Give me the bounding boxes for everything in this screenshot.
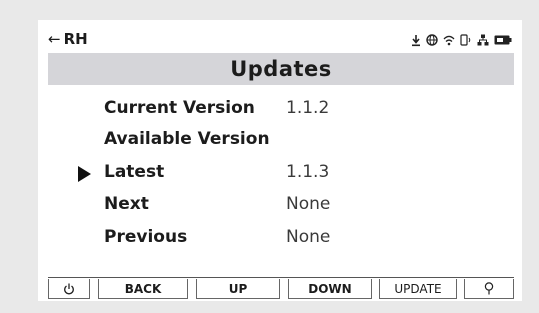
power-button[interactable] (48, 279, 90, 299)
row-label: Available Version (104, 129, 270, 149)
back-button-label: BACK (124, 281, 162, 296)
back-button[interactable]: BACK (98, 279, 188, 299)
row-label: Current Version (104, 98, 255, 118)
row-available-version[interactable]: Available Version (38, 129, 522, 153)
row-previous[interactable]: Previous None (38, 227, 522, 251)
network-icon (477, 34, 489, 46)
row-value: None (286, 194, 331, 214)
display-screen: ← RH Updates Current Version 1.1.2 Avail… (38, 20, 522, 301)
globe-icon (426, 34, 438, 46)
back-nav-label: RH (63, 30, 88, 48)
row-value: 1.1.2 (286, 98, 330, 118)
back-arrow-icon: ← (48, 30, 61, 48)
light-button[interactable] (464, 279, 514, 299)
up-button[interactable]: UP (196, 279, 280, 299)
status-icons (411, 32, 512, 48)
selection-pointer-icon (78, 166, 91, 182)
update-button[interactable]: UPDATE (379, 279, 457, 299)
status-bar: ← RH (48, 30, 514, 52)
row-label: Next (104, 194, 149, 214)
back-nav[interactable]: ← RH (48, 30, 88, 48)
row-latest[interactable]: Latest 1.1.3 (38, 162, 522, 186)
row-label: Previous (104, 227, 188, 247)
row-value: None (286, 227, 331, 247)
wifi-icon (443, 35, 455, 45)
row-value: 1.1.3 (286, 162, 330, 182)
page-title: Updates (230, 57, 332, 81)
down-button[interactable]: DOWN (288, 279, 372, 299)
lightbulb-icon (484, 282, 494, 295)
phone-icon (460, 34, 471, 46)
download-icon (412, 34, 420, 46)
update-button-label: UPDATE (394, 281, 442, 296)
row-next[interactable]: Next None (38, 194, 522, 218)
power-icon (64, 283, 74, 294)
up-button-label: UP (228, 281, 248, 296)
device-frame: ← RH Updates Current Version 1.1.2 Avail… (0, 0, 539, 313)
row-current-version[interactable]: Current Version 1.1.2 (38, 98, 522, 122)
row-label: Latest (104, 162, 165, 182)
battery-icon (494, 35, 512, 45)
down-button-label: DOWN (308, 281, 352, 296)
title-bar: Updates (48, 53, 514, 85)
softkey-bar: BACK UP DOWN UPDATE (48, 277, 514, 300)
